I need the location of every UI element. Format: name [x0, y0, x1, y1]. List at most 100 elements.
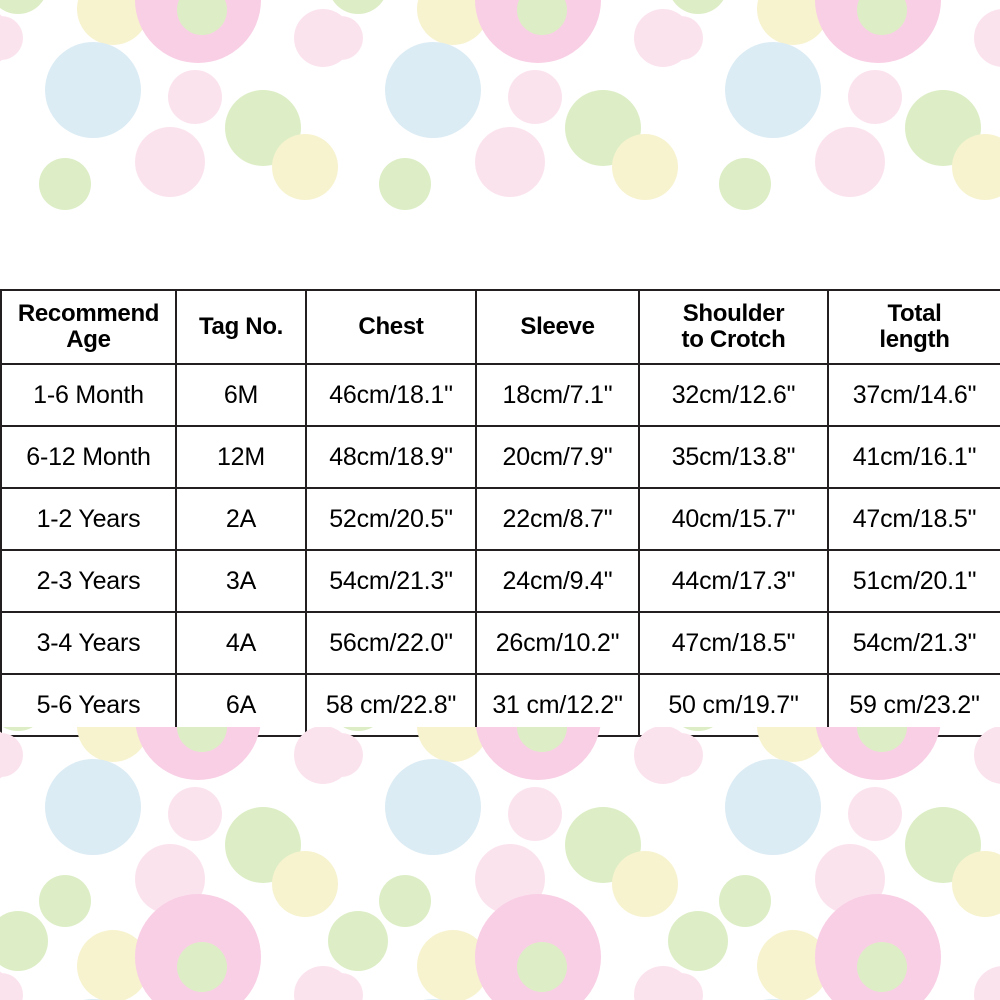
cell-chest: 46cm/18.1" [305, 363, 477, 427]
dot-circle [659, 973, 703, 1000]
cell-shoulder-to-crotch: 32cm/12.6" [638, 363, 829, 427]
table-row: 2-3 Years 3A 54cm/21.3" 24cm/9.4" 44cm/1… [0, 549, 1000, 613]
dot-circle [417, 0, 489, 45]
dot-circle [225, 807, 301, 883]
dot-tile [319, 894, 692, 1000]
cell-age: 1-2 Years [0, 487, 177, 551]
table-header-row: Recommend Age Tag No. Chest Sleeve Shoul… [0, 289, 1000, 365]
dot-circle [319, 973, 363, 1000]
dot-circle [168, 70, 222, 124]
cell-sleeve: 24cm/9.4" [475, 549, 640, 613]
dot-circle [719, 875, 771, 927]
dot-circle [757, 930, 829, 1000]
dot-circle [0, 0, 48, 14]
cell-total-length: 37cm/14.6" [827, 363, 1000, 427]
dot-circle [952, 851, 1000, 917]
column-header-sleeve: Sleeve [475, 289, 640, 365]
header-line-1: Tag No. [198, 313, 284, 341]
dot-circle [45, 759, 141, 855]
dot-circle [0, 966, 12, 1000]
column-header-total-length: Total length [827, 289, 1000, 365]
dot-circle [475, 844, 545, 914]
dot-circle [379, 875, 431, 927]
header-line-2: length [879, 326, 950, 353]
dot-circle [848, 70, 902, 124]
dot-circle [0, 911, 48, 971]
dot-tile [319, 727, 692, 1000]
table-row: 1-6 Month 6M 46cm/18.1" 18cm/7.1" 32cm/1… [0, 363, 1000, 427]
cell-tag: 12M [175, 425, 307, 489]
header-line-2: Age [66, 326, 111, 353]
dot-circle [319, 16, 363, 60]
dot-circle [168, 787, 222, 841]
dot-circle [634, 966, 692, 1000]
decorative-dots-top [0, 0, 1000, 290]
dot-circle [508, 70, 562, 124]
cell-shoulder-to-crotch: 44cm/17.3" [638, 549, 829, 613]
cell-sleeve: 20cm/7.9" [475, 425, 640, 489]
dot-circle [272, 851, 338, 917]
cell-sleeve: 26cm/10.2" [475, 611, 640, 675]
dot-circle [668, 0, 728, 14]
dot-circle [225, 90, 301, 166]
cell-total-length: 54cm/21.3" [827, 611, 1000, 675]
dot-circle [725, 759, 821, 855]
dot-circle [815, 0, 941, 63]
dot-circle [634, 9, 692, 67]
cell-total-length: 59 cm/23.2" [827, 673, 1000, 737]
dot-circle [857, 0, 907, 35]
cell-tag: 6A [175, 673, 307, 737]
cell-tag: 6M [175, 363, 307, 427]
cell-chest: 54cm/21.3" [305, 549, 477, 613]
cell-sleeve: 18cm/7.1" [475, 363, 640, 427]
dot-circle [135, 127, 205, 197]
dot-circle [328, 0, 388, 14]
dot-circle [0, 16, 23, 60]
cell-shoulder-to-crotch: 35cm/13.8" [638, 425, 829, 489]
dot-circle [177, 942, 227, 992]
dot-circle [757, 0, 829, 45]
dot-circle [565, 90, 641, 166]
cell-tag: 3A [175, 549, 307, 613]
cell-total-length: 51cm/20.1" [827, 549, 1000, 613]
cell-age: 6-12 Month [0, 425, 177, 489]
dot-circle [417, 930, 489, 1000]
column-header-chest: Chest [305, 289, 477, 365]
dot-circle [974, 966, 1000, 1000]
cell-age: 3-4 Years [0, 611, 177, 675]
table-row: 5-6 Years 6A 58 cm/22.8" 31 cm/12.2" 50 … [0, 673, 1000, 737]
dot-circle [857, 942, 907, 992]
dot-circle [77, 0, 149, 45]
dot-circle [45, 42, 141, 138]
dot-circle [319, 733, 363, 777]
dot-circle [385, 42, 481, 138]
table-row: 3-4 Years 4A 56cm/22.0" 26cm/10.2" 47cm/… [0, 611, 1000, 675]
cell-shoulder-to-crotch: 40cm/15.7" [638, 487, 829, 551]
dot-circle [77, 930, 149, 1000]
dot-circle [848, 787, 902, 841]
header-line-1: Recommend [17, 300, 160, 328]
dot-circle [39, 158, 91, 210]
dot-tile [659, 894, 1000, 1000]
dot-circle [565, 807, 641, 883]
column-header-recommend-age: Recommend Age [0, 289, 177, 365]
cell-chest: 52cm/20.5" [305, 487, 477, 551]
cell-total-length: 41cm/16.1" [827, 425, 1000, 489]
dot-circle [517, 942, 567, 992]
dot-circle [508, 787, 562, 841]
header-line-2: to Crotch [681, 326, 786, 353]
dot-circle [905, 90, 981, 166]
dot-circle [668, 911, 728, 971]
dot-circle [612, 851, 678, 917]
cell-age: 1-6 Month [0, 363, 177, 427]
cell-chest: 56cm/22.0" [305, 611, 477, 675]
dot-circle [719, 158, 771, 210]
table-row: 6-12 Month 12M 48cm/18.9" 20cm/7.9" 35cm… [0, 425, 1000, 489]
cell-age: 2-3 Years [0, 549, 177, 613]
dot-circle [974, 9, 1000, 67]
dot-circle [385, 759, 481, 855]
dot-circle [475, 127, 545, 197]
size-chart-page: Recommend Age Tag No. Chest Sleeve Shoul… [0, 0, 1000, 1000]
dot-tile [659, 727, 1000, 1000]
cell-total-length: 47cm/18.5" [827, 487, 1000, 551]
